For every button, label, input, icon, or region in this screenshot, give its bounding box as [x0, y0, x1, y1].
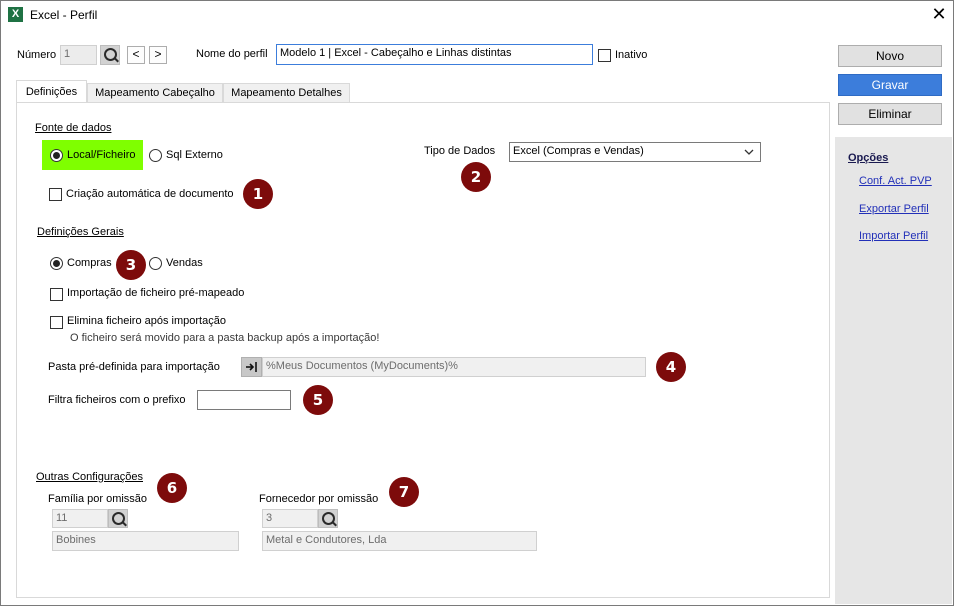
sql-label: Sql Externo [166, 149, 223, 161]
badge-3: 3 [116, 250, 146, 280]
fonte-section-title: Fonte de dados [35, 122, 112, 134]
vendas-radio[interactable] [149, 257, 162, 270]
pasta-browse-button[interactable] [241, 357, 262, 377]
premap-checkbox[interactable] [50, 288, 63, 301]
gravar-button[interactable]: Gravar [838, 74, 942, 96]
badge-4: 4 [656, 352, 686, 382]
previous-button[interactable]: < [127, 46, 145, 64]
auto-doc-label: Criação automática de documento [66, 188, 234, 200]
tab-mapeamento-detalhes[interactable]: Mapeamento Detalhes [223, 83, 350, 102]
local-radio[interactable] [50, 149, 63, 162]
tipo-dados-select[interactable]: Excel (Compras e Vendas) [509, 142, 761, 162]
familia-code-input[interactable]: 11 [52, 509, 108, 528]
fornecedor-code-input[interactable]: 3 [262, 509, 318, 528]
familia-search-button[interactable] [108, 509, 128, 528]
badge-6: 6 [157, 473, 187, 503]
numero-search-button[interactable] [100, 45, 120, 65]
local-label: Local/Ficheiro [67, 149, 136, 161]
close-icon[interactable]: ✕ [927, 3, 951, 27]
familia-name-input: Bobines [52, 531, 239, 551]
elimina-hint: O ficheiro será movido para a pasta back… [70, 332, 380, 344]
eliminar-button[interactable]: Eliminar [838, 103, 942, 125]
fornecedor-search-button[interactable] [318, 509, 338, 528]
fornecedor-label: Fornecedor por omissão [259, 493, 379, 505]
search-icon [104, 48, 117, 61]
tipo-label: Tipo de Dados [424, 145, 496, 157]
badge-1: 1 [243, 179, 273, 209]
search-icon [322, 512, 335, 525]
link-conf-act-pvp[interactable]: Conf. Act. PVP [859, 175, 932, 187]
outras-section-title: Outras Configurações [36, 471, 143, 483]
title-bar: X Excel - Perfil ✕ [1, 1, 953, 29]
auto-doc-checkbox[interactable] [49, 188, 62, 201]
chevron-down-icon [744, 149, 754, 155]
premap-label: Importação de ficheiro pré-mapeado [67, 287, 245, 299]
window-title: Excel - Perfil [30, 8, 98, 22]
compras-label: Compras [67, 257, 112, 269]
badge-7: 7 [389, 477, 419, 507]
elimina-label: Elimina ficheiro após importação [67, 315, 226, 327]
tab-mapeamento-cabecalho[interactable]: Mapeamento Cabeçalho [87, 83, 223, 102]
tipo-value: Excel (Compras e Vendas) [513, 145, 644, 157]
fornecedor-name-input: Metal e Condutores, Lda [262, 531, 537, 551]
link-exportar-perfil[interactable]: Exportar Perfil [859, 203, 929, 215]
badge-5: 5 [303, 385, 333, 415]
prefixo-input[interactable] [197, 390, 291, 410]
badge-2: 2 [461, 162, 491, 192]
import-icon [246, 362, 257, 372]
familia-label: Família por omissão [48, 493, 148, 505]
numero-input[interactable]: 1 [60, 45, 97, 65]
vendas-label: Vendas [166, 257, 203, 269]
excel-icon: X [8, 7, 23, 22]
nome-perfil-input[interactable]: Modelo 1 | Excel - Cabeçalho e Linhas di… [276, 44, 593, 65]
link-importar-perfil[interactable]: Importar Perfil [859, 230, 928, 242]
numero-label: Número [17, 49, 57, 61]
opcoes-title: Opções [848, 152, 889, 164]
search-icon [112, 512, 125, 525]
prefixo-label: Filtra ficheiros com o prefixo [48, 394, 186, 406]
next-button[interactable]: > [149, 46, 167, 64]
pasta-label: Pasta pré-definida para importação [48, 361, 220, 373]
inativo-checkbox[interactable] [598, 49, 611, 62]
gerais-section-title: Definições Gerais [37, 226, 124, 238]
nome-label: Nome do perfil [196, 48, 268, 60]
compras-radio[interactable] [50, 257, 63, 270]
elimina-checkbox[interactable] [50, 316, 63, 329]
definicoes-panel [16, 102, 830, 598]
tab-definicoes[interactable]: Definições [16, 80, 87, 103]
sql-radio[interactable] [149, 149, 162, 162]
novo-button[interactable]: Novo [838, 45, 942, 67]
inativo-label: Inativo [615, 49, 648, 61]
pasta-input[interactable]: %Meus Documentos (MyDocuments)% [262, 357, 646, 377]
